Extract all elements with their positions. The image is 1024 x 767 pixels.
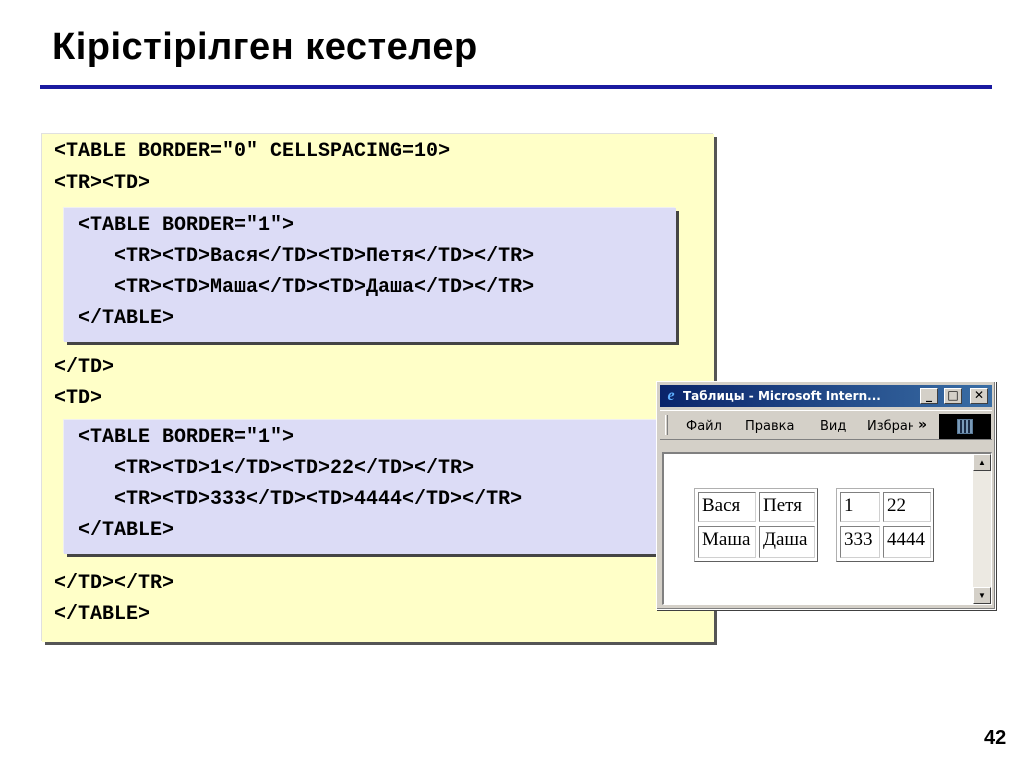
code-line: </TD> (54, 356, 115, 379)
table-cell: 22 (883, 492, 931, 522)
scroll-down-icon[interactable]: ▼ (973, 587, 991, 604)
code-line: <TR><TD>Вася</TD><TD>Петя</TD></TR> (78, 245, 535, 268)
code-line: </TD></TR> (54, 572, 175, 595)
code-line: <TABLE BORDER="0" CELLSPACING=10> (54, 140, 451, 163)
code-line: <TD> (54, 387, 103, 410)
code-line: </TABLE> (78, 519, 175, 542)
code-listing: <TABLE BORDER="0" CELLSPACING=10> <TR><T… (42, 134, 714, 642)
code-line: <TR><TD>1</TD><TD>22</TD></TR> (78, 457, 475, 480)
rendered-table-names: Вася Петя Маша Даша (694, 488, 818, 562)
code-line: <TABLE BORDER="1"> (78, 214, 295, 237)
page-number: 42 (984, 727, 1007, 749)
browser-window: e Таблицы - Microsoft Intern... _ □ ✕ Фа… (656, 381, 996, 610)
code-line: </TABLE> (54, 603, 151, 626)
menu-bar: Файл Правка Вид Избран » (660, 410, 992, 440)
table-cell: Вася (698, 492, 756, 522)
code-line: <TR><TD> (54, 172, 151, 195)
menu-edit[interactable]: Правка (745, 419, 794, 434)
table-cell: 1 (840, 492, 880, 522)
close-button[interactable]: ✕ (970, 388, 988, 404)
code-line: <TR><TD>333</TD><TD>4444</TD></TR> (78, 488, 523, 511)
table-cell: Маша (698, 526, 756, 558)
table-cell: Даша (759, 526, 815, 558)
window-title: Таблицы - Microsoft Intern... (683, 389, 881, 403)
code-line: <TR><TD>Маша</TD><TD>Даша</TD></TR> (78, 276, 535, 299)
vertical-scrollbar[interactable]: ▲ ▼ (973, 454, 991, 604)
menu-favorites[interactable]: Избран (867, 419, 913, 434)
toolbar-grip[interactable] (665, 415, 668, 435)
slide-title: Кірістірілген кестелер (52, 26, 478, 68)
maximize-button[interactable]: □ (944, 388, 962, 404)
logo-mark (957, 419, 973, 434)
code-line: <TABLE BORDER="1"> (78, 426, 295, 449)
table-cell: 4444 (883, 526, 931, 558)
internet-explorer-icon: e (667, 387, 675, 404)
window-titlebar[interactable]: e Таблицы - Microsoft Intern... _ □ ✕ (660, 385, 992, 407)
menu-view[interactable]: Вид (820, 419, 846, 434)
windows-logo-icon (939, 414, 991, 439)
scroll-up-icon[interactable]: ▲ (973, 454, 991, 471)
minimize-button[interactable]: _ (920, 388, 938, 404)
menu-file[interactable]: Файл (686, 419, 722, 434)
page-viewport: Вася Петя Маша Даша 1 22 333 4444 ▲ ▼ (662, 452, 992, 605)
table-cell: Петя (759, 492, 815, 522)
table-cell: 333 (840, 526, 880, 558)
title-divider (40, 85, 992, 89)
nested-table-code-1: <TABLE BORDER="1"> <TR><TD>Вася</TD><TD>… (64, 208, 676, 342)
chevron-right-icon[interactable]: » (918, 417, 927, 433)
rendered-table-numbers: 1 22 333 4444 (836, 488, 934, 562)
nested-table-code-2: <TABLE BORDER="1"> <TR><TD>1</TD><TD>22<… (64, 420, 676, 554)
code-line: </TABLE> (78, 307, 175, 330)
